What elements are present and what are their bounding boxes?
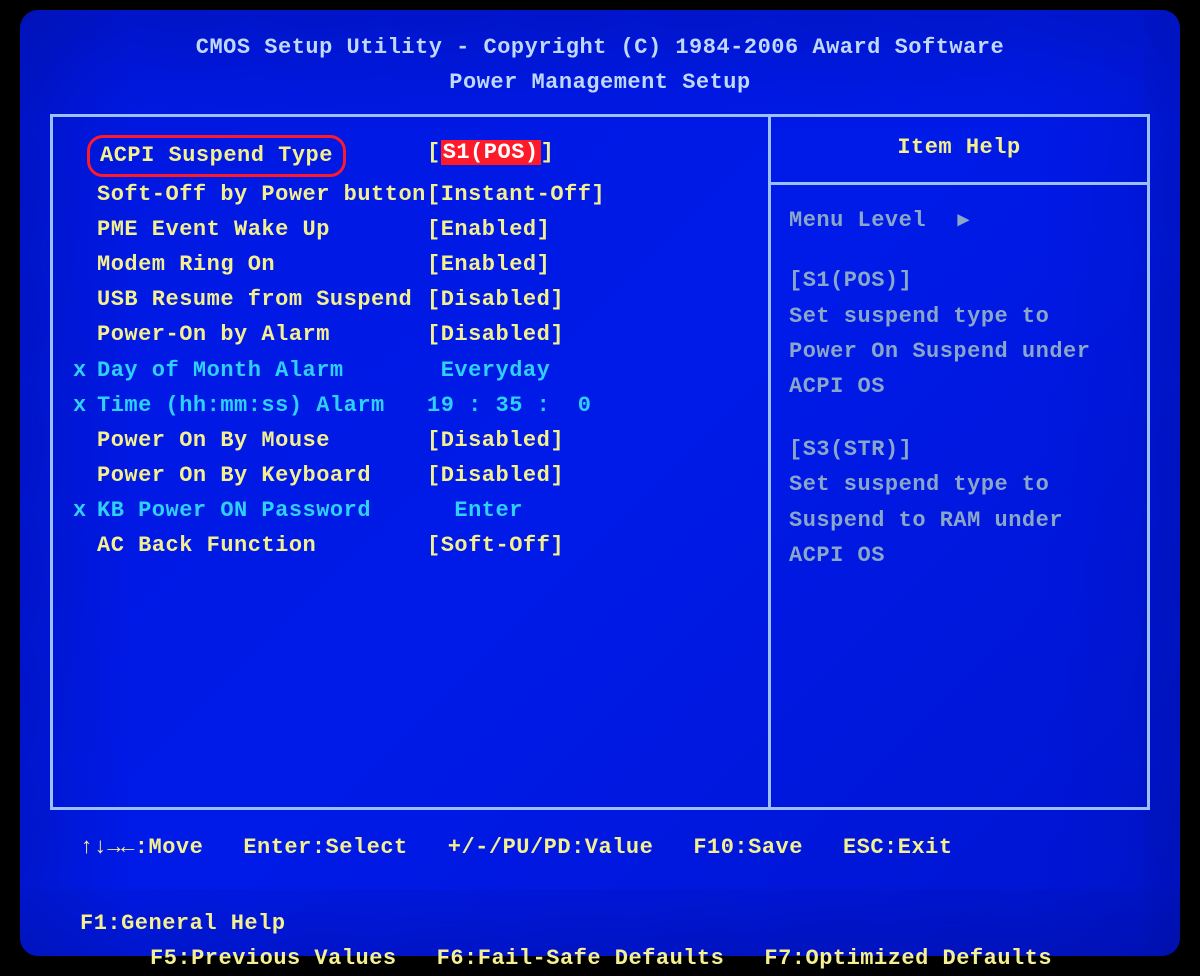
header: CMOS Setup Utility - Copyright (C) 1984-… — [50, 30, 1150, 100]
setting-row[interactable]: PME Event Wake Up[Enabled] — [73, 212, 758, 247]
main-panel: ACPI Suspend Type[S1(POS)]Soft-Off by Po… — [50, 114, 1150, 810]
key-hint: ↑↓→←:Move — [80, 830, 203, 865]
setting-row[interactable]: Power On By Mouse[Disabled] — [73, 423, 758, 458]
setting-label: KB Power ON Password — [97, 493, 427, 528]
setting-value: [Soft-Off] — [427, 528, 564, 563]
help-block-head: [S3(STR)] — [789, 432, 1129, 467]
disabled-marker — [73, 528, 97, 563]
disabled-marker — [73, 212, 97, 247]
setting-label: Power On By Mouse — [97, 423, 427, 458]
key-hint: F6:Fail-Safe Defaults — [437, 941, 725, 976]
bios-screen: CMOS Setup Utility - Copyright (C) 1984-… — [20, 10, 1180, 956]
setting-label: USB Resume from Suspend — [97, 282, 427, 317]
setting-row: xTime (hh:mm:ss) Alarm19 : 35 : 0 — [73, 388, 758, 423]
help-block-body: Set suspend type to Suspend to RAM under… — [789, 467, 1129, 573]
key-hint: F1:General Help — [80, 906, 286, 941]
setting-row: xKB Power ON Password Enter — [73, 493, 758, 528]
help-block: [S1(POS)]Set suspend type to Power On Su… — [789, 263, 1129, 404]
disabled-marker — [73, 458, 97, 493]
setting-value: [Disabled] — [427, 317, 564, 352]
disabled-marker: x — [73, 353, 97, 388]
footer-line-2: F5:Previous Values F6:Fail-Safe Defaults F… — [80, 941, 1120, 976]
help-block: [S3(STR)]Set suspend type to Suspend to … — [789, 432, 1129, 573]
settings-list: ACPI Suspend Type[S1(POS)]Soft-Off by Po… — [53, 117, 771, 807]
header-line1: CMOS Setup Utility - Copyright (C) 1984-… — [50, 30, 1150, 65]
setting-row[interactable]: USB Resume from Suspend[Disabled] — [73, 282, 758, 317]
setting-value: [Disabled] — [427, 458, 564, 493]
setting-row[interactable]: Power-On by Alarm[Disabled] — [73, 317, 758, 352]
disabled-marker — [73, 317, 97, 352]
setting-label: Power-On by Alarm — [97, 317, 427, 352]
key-hint: F7:Optimized Defaults — [764, 941, 1052, 976]
disabled-marker: x — [73, 388, 97, 423]
chevron-right-icon: ▸ — [958, 207, 970, 233]
disabled-marker — [73, 247, 97, 282]
setting-value: [Disabled] — [427, 423, 564, 458]
disabled-marker — [73, 177, 97, 212]
setting-row[interactable]: ACPI Suspend Type[S1(POS)] — [73, 135, 758, 176]
setting-value: [Enabled] — [427, 247, 550, 282]
setting-value: 19 : 35 : 0 — [427, 388, 591, 423]
setting-label: Soft-Off by Power button — [97, 177, 427, 212]
header-line2: Power Management Setup — [50, 65, 1150, 100]
help-block-body: Set suspend type to Power On Suspend und… — [789, 299, 1129, 405]
setting-value: Enter — [427, 493, 523, 528]
setting-label: Day of Month Alarm — [97, 353, 427, 388]
help-title: Item Help — [771, 135, 1147, 185]
setting-row[interactable]: Modem Ring On[Enabled] — [73, 247, 758, 282]
setting-label: Power On By Keyboard — [97, 458, 427, 493]
setting-value: Everyday — [427, 353, 550, 388]
setting-value: [Enabled] — [427, 212, 550, 247]
setting-value: [Disabled] — [427, 282, 564, 317]
setting-row: xDay of Month Alarm Everyday — [73, 353, 758, 388]
key-hint: Enter:Select — [243, 830, 407, 865]
setting-row[interactable]: Soft-Off by Power button[Instant-Off] — [73, 177, 758, 212]
disabled-marker — [73, 282, 97, 317]
setting-value: [S1(POS)] — [427, 135, 554, 176]
help-panel: Item Help Menu Level ▸ [S1(POS)]Set susp… — [771, 117, 1147, 807]
footer-line-1: ↑↓→←:Move Enter:Select +/-/PU/PD:Value F10:… — [80, 830, 1120, 940]
key-hint: F10:Save — [693, 830, 803, 865]
setting-row[interactable]: Power On By Keyboard[Disabled] — [73, 458, 758, 493]
setting-label: Time (hh:mm:ss) Alarm — [97, 388, 427, 423]
menu-level-label: Menu Level — [789, 208, 926, 233]
setting-label: PME Event Wake Up — [97, 212, 427, 247]
menu-level: Menu Level ▸ — [789, 207, 1129, 233]
setting-row[interactable]: AC Back Function[Soft-Off] — [73, 528, 758, 563]
disabled-marker: x — [73, 493, 97, 528]
selected-value[interactable]: S1(POS) — [441, 140, 541, 165]
setting-label: ACPI Suspend Type — [97, 135, 427, 176]
setting-label: AC Back Function — [97, 528, 427, 563]
disabled-marker — [73, 423, 97, 458]
setting-label: Modem Ring On — [97, 247, 427, 282]
help-block-head: [S1(POS)] — [789, 263, 1129, 298]
help-text: [S1(POS)]Set suspend type to Power On Su… — [789, 263, 1129, 573]
key-hint: F5:Previous Values — [150, 941, 397, 976]
key-hint: ESC:Exit — [843, 830, 953, 865]
setting-value: [Instant-Off] — [427, 177, 605, 212]
footer-hints: ↑↓→←:Move Enter:Select +/-/PU/PD:Value F10:… — [50, 830, 1150, 976]
key-hint: +/-/PU/PD:Value — [448, 830, 654, 865]
